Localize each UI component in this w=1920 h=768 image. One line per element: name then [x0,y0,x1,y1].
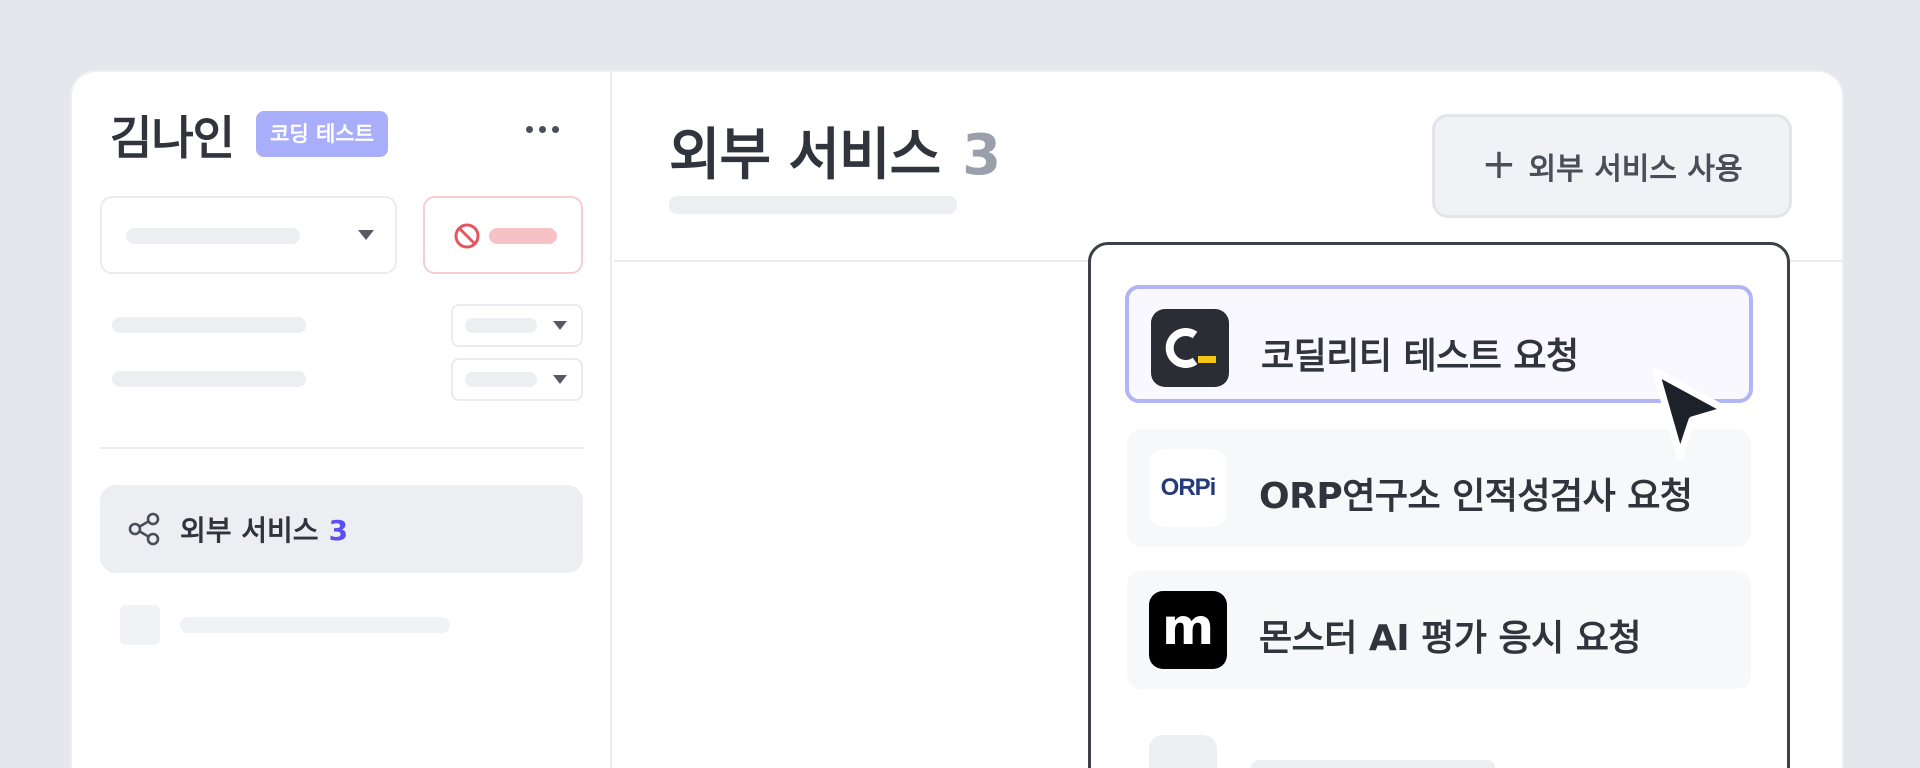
field-value-placeholder [465,318,537,333]
divider [100,447,583,449]
sidebar-item-label: 외부 서비스 3 [180,509,348,549]
menu-item-label: 몬스터 AI 평가 응시 요청 [1259,618,1641,659]
menu-item-monster[interactable]: m 몬스터 AI 평가 응시 요청 [1127,571,1751,689]
list-item-thumbnail [120,605,160,645]
more-options-icon[interactable] [526,126,559,133]
mouse-pointer-icon [1652,368,1730,460]
page-title-count: 3 [962,123,1001,188]
share-icon [128,512,160,546]
select-value-placeholder [126,228,300,244]
use-external-service-label: 외부 서비스 사용 [1528,152,1743,187]
sidebar: 김나인 코딩 테스트 외부 서비스 3 [72,72,612,768]
orpi-logo-text: ORPi [1160,474,1217,501]
page-title: 외부 서비스 3 [669,110,1001,191]
field-select[interactable] [451,304,583,347]
stage-badge[interactable]: 코딩 테스트 [256,111,388,157]
field-select[interactable] [451,358,583,401]
ban-icon [454,223,480,249]
codility-logo-mark [1165,328,1216,368]
reject-label-placeholder [489,228,557,244]
external-services-label: 외부 서비스 [180,514,319,547]
subtitle-placeholder [669,196,957,214]
orpi-logo-icon: ORPi [1149,449,1227,527]
stage-select[interactable] [100,196,397,274]
use-external-service-button[interactable]: + 외부 서비스 사용 [1432,114,1792,218]
menu-item-placeholder-icon [1149,735,1217,768]
menu-item-label: 코딜리티 테스트 요청 [1261,336,1579,377]
reject-button[interactable] [423,196,583,274]
chevron-down-icon [553,375,567,384]
candidate-name: 김나인 [110,111,235,165]
plus-icon: + [1481,139,1517,188]
field-value-placeholder [465,372,537,387]
menu-item-label: ORP연구소 인적성검사 요청 [1259,476,1693,517]
external-service-menu: 코딜리티 테스트 요청 ORPi ORP연구소 인적성검사 요청 m 몬스터 A… [1088,242,1790,768]
field-label-placeholder [112,317,306,333]
external-services-count: 3 [328,514,349,547]
chevron-down-icon [358,230,374,240]
list-item-placeholder [180,617,450,633]
monster-logo-text: m [1161,598,1215,656]
menu-item-placeholder-label [1251,760,1495,768]
field-label-placeholder [112,371,306,387]
monster-logo-icon: m [1149,591,1227,669]
page-title-text: 외부 서비스 [669,123,941,188]
codility-logo-icon [1151,309,1229,387]
chevron-down-icon [553,321,567,330]
sidebar-item-external-services[interactable]: 외부 서비스 3 [100,485,583,573]
